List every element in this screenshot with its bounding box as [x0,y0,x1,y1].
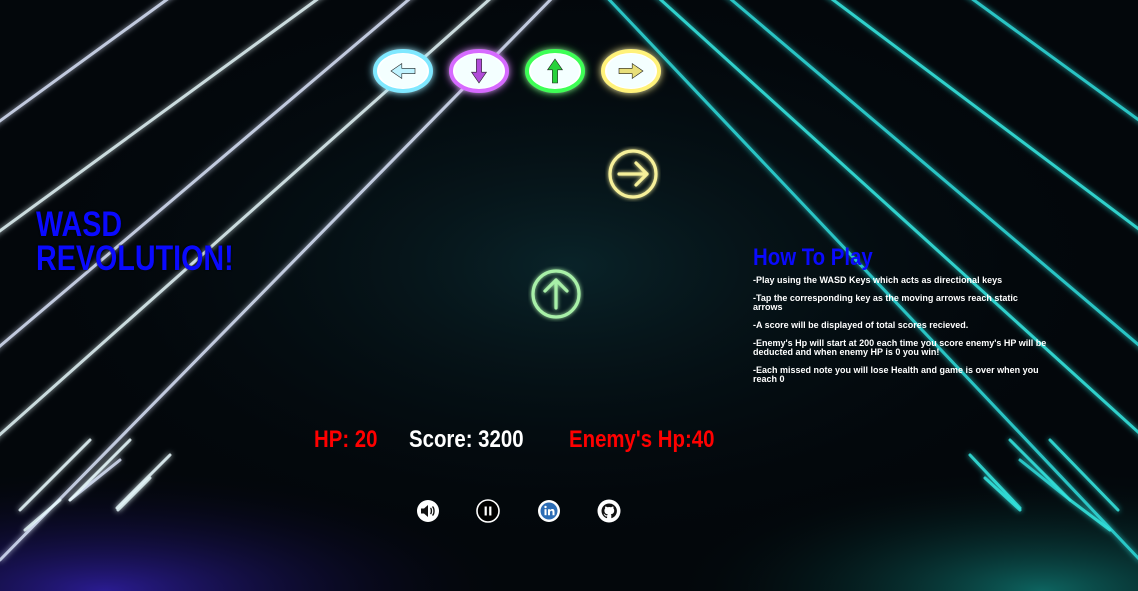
static-arrow-receptors [373,49,661,93]
enemy-hp: Enemy's Hp:40 [569,426,715,453]
rule-1: -Play using the WASD Keys which acts as … [753,275,1003,285]
linkedin-icon [538,500,560,522]
github-icon [597,499,621,523]
sound-button[interactable] [416,499,440,523]
rule-2: -Tap the corresponding key as the moving… [753,293,1018,312]
speaker-icon [417,500,439,522]
pause-icon [476,499,500,523]
title-line-1: WASD [36,205,123,244]
rule-3: -A score will be displayed of total scor… [753,320,969,330]
game-title: WASD REVOLUTION! [36,205,234,278]
player-hp: HP: 20 [314,426,378,453]
github-button[interactable] [597,499,621,523]
arrow-up-circle-icon [531,269,581,319]
rule-5: -Each missed note you will lose Health a… [753,365,1039,384]
linkedin-button[interactable] [537,499,561,523]
how-to-play-heading: How To Play [753,244,873,271]
moving-note-right [608,149,658,199]
arrow-right-circle-icon [608,149,658,199]
receptor-right [601,49,661,93]
receptor-down [449,49,509,93]
how-to-play-panel: How To Play -Play using the WASD Keys wh… [753,244,1053,393]
title-line-2: REVOLUTION! [36,239,234,278]
moving-note-up [531,269,581,319]
score: Score: 3200 [409,426,524,453]
rule-4: -Enemy's Hp will start at 200 each time … [753,338,1047,357]
receptor-up [525,49,585,93]
receptor-left [373,49,433,93]
pause-button[interactable] [476,499,500,523]
